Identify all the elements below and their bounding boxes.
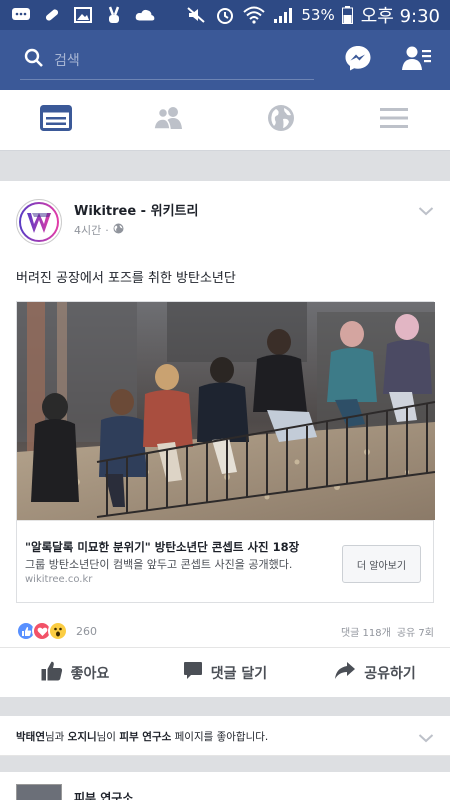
post-header: Wikitree - 위키트리 4시간 · bbox=[16, 197, 434, 253]
link-description: 그룹 방탄소년단이 컴백을 앞두고 콘셉트 사진을 공개했다. bbox=[25, 558, 293, 571]
wow-reaction-icon bbox=[48, 621, 68, 641]
bandage-icon bbox=[41, 6, 63, 24]
system-status: 53% 오후 9:30 bbox=[185, 2, 440, 28]
tab-menu[interactable] bbox=[338, 90, 450, 150]
reaction-count: 260 bbox=[76, 624, 97, 638]
link-info[interactable]: "알록달록 미묘한 분위기" 방탄소년단 콘셉트 사진 18장 그룹 방탄소년단… bbox=[17, 520, 433, 604]
friend-requests-icon[interactable] bbox=[402, 45, 432, 75]
notice-text: 박태연님과 오지니님이 피부 연구소 페이지를 좋아합니다. bbox=[16, 729, 268, 744]
like-button[interactable]: 좋아요 bbox=[0, 648, 150, 697]
messenger-icon[interactable] bbox=[344, 44, 372, 76]
alarm-icon bbox=[214, 6, 236, 24]
reactions-bar[interactable]: 260 댓글 118개 공유 7회 bbox=[16, 619, 434, 643]
peace-hand-icon bbox=[103, 6, 125, 24]
status-bar: 53% 오후 9:30 bbox=[0, 0, 450, 30]
tab-bar bbox=[0, 90, 450, 151]
friend-activity-notice: 박태연님과 오지니님이 피부 연구소 페이지를 좋아합니다. bbox=[0, 716, 450, 756]
notice-conjunction-2: 님이 bbox=[96, 731, 120, 743]
tab-notifications[interactable] bbox=[225, 90, 338, 150]
chat-bubble-icon bbox=[10, 6, 32, 24]
post-author[interactable]: Wikitree - 위키트리 bbox=[74, 200, 198, 219]
tab-friends[interactable] bbox=[113, 90, 226, 150]
public-globe-icon bbox=[113, 223, 124, 237]
friends-icon bbox=[152, 106, 185, 134]
shares-count[interactable]: 공유 7회 bbox=[397, 624, 434, 639]
friend-name-2[interactable]: 오지니 bbox=[68, 731, 97, 743]
thumbs-up-icon bbox=[41, 661, 63, 685]
clock: 오후 9:30 bbox=[360, 6, 440, 27]
comment-bubble-icon bbox=[183, 661, 203, 685]
globe-icon bbox=[267, 104, 295, 136]
comment-button[interactable]: 댓글 달기 bbox=[150, 648, 300, 697]
tab-news-feed[interactable] bbox=[0, 90, 113, 150]
search-input[interactable]: 검색 bbox=[54, 50, 80, 70]
friend-name-1[interactable]: 박태연 bbox=[16, 731, 45, 743]
meta-separator: · bbox=[105, 223, 109, 237]
feed-post-next: 피부 연구소 bbox=[0, 772, 450, 800]
post-text: 버려진 공장에서 포즈를 취한 방탄소년단 bbox=[16, 271, 236, 286]
battery-percent: 53% bbox=[301, 6, 335, 24]
link-preview-image[interactable] bbox=[17, 302, 435, 520]
like-label: 좋아요 bbox=[70, 665, 110, 682]
top-bar: 검색 bbox=[0, 30, 450, 90]
notification-icons bbox=[10, 6, 156, 24]
image-icon bbox=[72, 6, 94, 24]
page-avatar-next[interactable] bbox=[16, 784, 62, 800]
search-icon bbox=[24, 48, 44, 72]
hamburger-menu-icon bbox=[379, 106, 408, 134]
post-actions: 좋아요 댓글 달기 공유하기 bbox=[0, 647, 450, 697]
feed-post: Wikitree - 위키트리 4시간 · 버려진 공장에서 포즈를 취한 방탄… bbox=[0, 181, 450, 697]
share-arrow-icon bbox=[334, 661, 356, 685]
notice-conjunction-1: 님과 bbox=[44, 731, 68, 743]
learn-more-button[interactable]: 더 알아보기 bbox=[342, 545, 421, 583]
page-avatar[interactable] bbox=[16, 199, 62, 245]
engagement-counts: 댓글 118개 공유 7회 bbox=[341, 624, 434, 639]
news-feed-icon bbox=[40, 105, 73, 135]
signal-icon bbox=[272, 6, 294, 24]
link-title[interactable]: "알록달록 미묘한 분위기" 방탄소년단 콘셉트 사진 18장 bbox=[25, 539, 299, 555]
battery-icon bbox=[342, 6, 354, 24]
wikitree-logo bbox=[19, 202, 59, 242]
wifi-icon bbox=[243, 6, 266, 24]
post-time[interactable]: 4시간 bbox=[74, 222, 101, 238]
comments-count[interactable]: 댓글 118개 bbox=[341, 624, 391, 639]
link-domain: wikitree.co.kr bbox=[25, 574, 93, 585]
cloud-icon bbox=[134, 6, 156, 24]
post-meta: 4시간 · bbox=[74, 222, 124, 238]
post-author-next[interactable]: 피부 연구소 bbox=[74, 789, 133, 800]
share-button[interactable]: 공유하기 bbox=[300, 648, 450, 697]
liked-page-name[interactable]: 피부 연구소 bbox=[119, 731, 171, 743]
post-options-chevron-icon[interactable] bbox=[418, 201, 434, 220]
link-preview-card[interactable]: "알록달록 미묘한 분위기" 방탄소년단 콘셉트 사진 18장 그룹 방탄소년단… bbox=[16, 301, 435, 604]
comment-label: 댓글 달기 bbox=[210, 665, 268, 682]
share-label: 공유하기 bbox=[364, 665, 416, 682]
mute-icon bbox=[185, 6, 207, 24]
search-box[interactable]: 검색 bbox=[20, 40, 314, 80]
notice-options-chevron-icon[interactable] bbox=[418, 728, 434, 747]
notice-rest: 페이지를 좋아합니다. bbox=[171, 731, 269, 743]
